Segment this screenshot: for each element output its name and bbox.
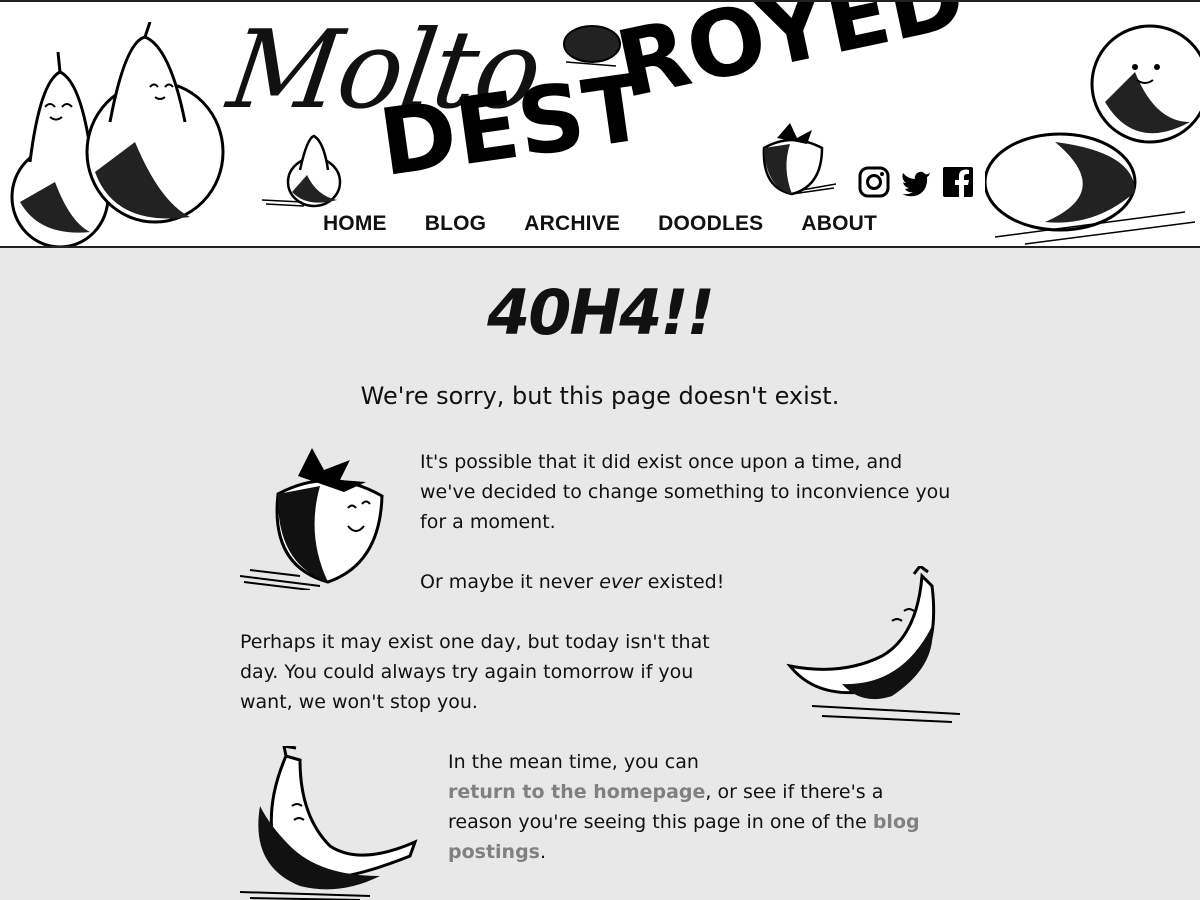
small-pear-illustration [262, 134, 342, 208]
twitter-icon[interactable] [900, 166, 932, 198]
paragraph-3: Perhaps it may exist one day, but today … [240, 631, 710, 713]
page-subtitle: We're sorry, but this page doesn't exist… [360, 382, 840, 410]
logo-block-text-2: ROYED [607, 0, 974, 119]
strawberry-header-illustration [762, 123, 836, 196]
nav-archive[interactable]: ARCHIVE [524, 212, 620, 236]
small-lemon-illustration [563, 25, 621, 67]
banana-illustration-right [786, 566, 961, 723]
site-header: Molto DEST ROYED HOME BLOG ARCHIVE DOODL… [0, 0, 1200, 248]
paragraph-1: It's possible that it did exist once upo… [420, 451, 951, 533]
homepage-link[interactable]: return to the homepage [448, 781, 705, 803]
instagram-icon[interactable] [858, 166, 890, 198]
main-nav: HOME BLOG ARCHIVE DOODLES ABOUT [0, 212, 1200, 236]
facebook-icon[interactable] [942, 166, 974, 198]
strawberry-illustration [240, 448, 384, 590]
paragraph-2-text-b: existed! [641, 571, 725, 593]
nav-home[interactable]: HOME [323, 212, 387, 236]
social-icons [858, 166, 974, 198]
nav-doodles[interactable]: DOODLES [658, 212, 763, 236]
paragraph-4: In the mean time, you can return to the … [448, 747, 948, 867]
page-title: 40H4!! [487, 276, 715, 349]
paragraph-4-text-c: . [540, 841, 547, 863]
nav-about[interactable]: ABOUT [801, 212, 877, 236]
paragraph-4-text-a: In the mean time, you can [448, 751, 699, 773]
nav-blog[interactable]: BLOG [425, 212, 486, 236]
banana-illustration-left [240, 746, 418, 900]
paragraph-2-emphasis: ever [599, 571, 642, 593]
paragraph-2-text-a: Or maybe it never [420, 571, 600, 593]
